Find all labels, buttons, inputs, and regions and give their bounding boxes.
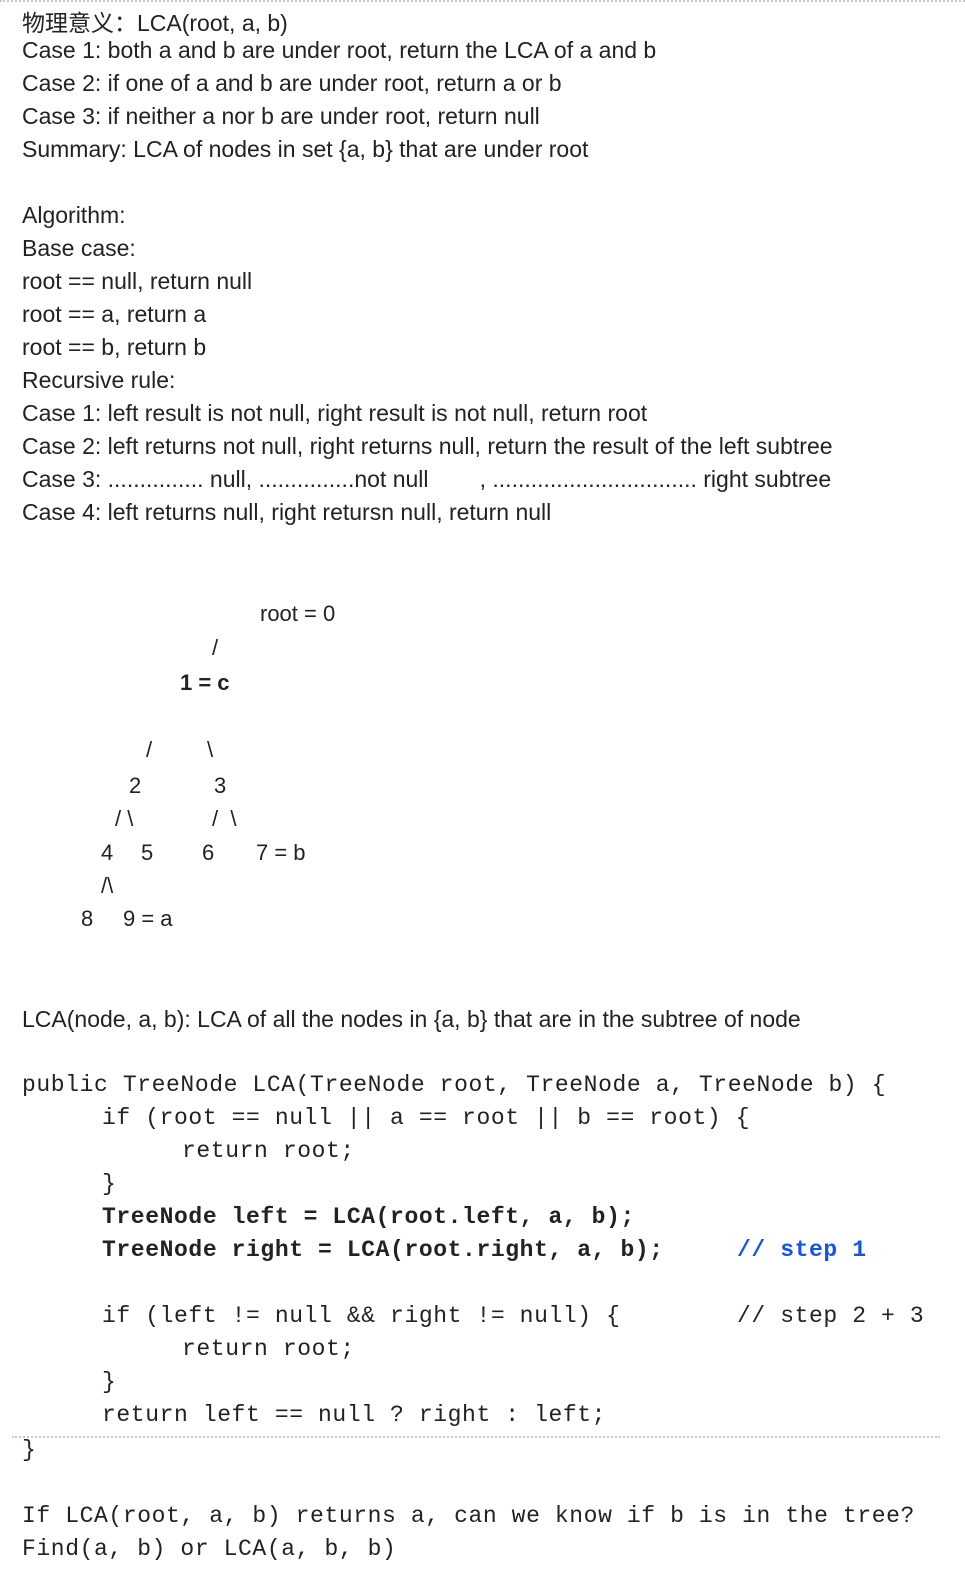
lca-definition: LCA(node, a, b): LCA of all the nodes in… — [22, 1006, 801, 1032]
code-line-return-root-2: return root; — [182, 1336, 355, 1362]
tree-edge-3: / \ — [212, 806, 237, 831]
code-line-right: TreeNode right = LCA(root.right, a, b); — [102, 1237, 664, 1263]
code-comment-step-2-3: // step 2 + 3 — [737, 1303, 925, 1329]
question-line-2: Find(a, b) or LCA(a, b, b) — [22, 1536, 397, 1562]
tree-edge-1-left: / — [146, 737, 153, 762]
top-divider — [0, 0, 965, 2]
code-line-return-ternary: return left == null ? right : left; — [102, 1402, 607, 1428]
tree-node-5: 5 — [141, 840, 154, 865]
code-line-close-if-2: } — [102, 1369, 117, 1395]
code-line-return-root: return root; — [182, 1138, 355, 1164]
summary-line: Summary: LCA of nodes in set {a, b} that… — [22, 136, 589, 162]
tree-edge-root: / — [212, 635, 219, 660]
tree-node-2: 2 — [129, 773, 142, 798]
rule-case-3: Case 3: ............... null, ..........… — [22, 466, 832, 492]
tree-node-3: 3 — [214, 773, 227, 798]
rule-case-4: Case 4: left returns null, right retursn… — [22, 499, 552, 525]
tree-node-1: 1 = c — [180, 670, 230, 695]
base-case-1: root == null, return null — [22, 268, 253, 294]
notes-title: 物理意义：LCA(root, a, b) — [22, 10, 288, 36]
tree-edge-4: /\ — [101, 873, 114, 898]
code-divider — [12, 1436, 940, 1438]
case-line-2: Case 2: if one of a and b are under root… — [22, 70, 562, 96]
code-line-both-if: if (left != null && right != null) { — [102, 1303, 621, 1329]
code-line-close-if: } — [102, 1171, 117, 1197]
tree-edge-1-right: \ — [207, 737, 214, 762]
case-line-1: Case 1: both a and b are under root, ret… — [22, 37, 657, 63]
tree-node-9: 9 = a — [123, 906, 173, 931]
base-case-3: root == b, return b — [22, 334, 207, 360]
question-line-1: If LCA(root, a, b) returns a, can we kno… — [22, 1503, 915, 1529]
code-line-base-if: if (root == null || a == root || b == ro… — [102, 1105, 751, 1131]
tree-node-7: 7 = b — [256, 840, 306, 865]
notes-page: 物理意义：LCA(root, a, b) Case 1: both a and … — [0, 0, 965, 1582]
code-line-close-method: } — [22, 1437, 37, 1463]
code-comment-step-1: // step 1 — [737, 1237, 867, 1263]
tree-root-label: root = 0 — [260, 601, 336, 626]
base-case-2: root == a, return a — [22, 301, 207, 327]
rule-case-1: Case 1: left result is not null, right r… — [22, 400, 648, 426]
code-line-left: TreeNode left = LCA(root.left, a, b); — [102, 1204, 635, 1230]
base-case-heading: Base case: — [22, 235, 136, 261]
algorithm-heading: Algorithm: — [22, 202, 126, 228]
recursive-rule-heading: Recursive rule: — [22, 367, 176, 393]
tree-node-6: 6 — [202, 840, 215, 865]
tree-node-8: 8 — [81, 906, 94, 931]
rule-case-2: Case 2: left returns not null, right ret… — [22, 433, 833, 459]
tree-edge-2: / \ — [115, 806, 134, 831]
code-line-signature: public TreeNode LCA(TreeNode root, TreeN… — [22, 1072, 887, 1098]
tree-node-4: 4 — [101, 840, 114, 865]
case-line-3: Case 3: if neither a nor b are under roo… — [22, 103, 540, 129]
